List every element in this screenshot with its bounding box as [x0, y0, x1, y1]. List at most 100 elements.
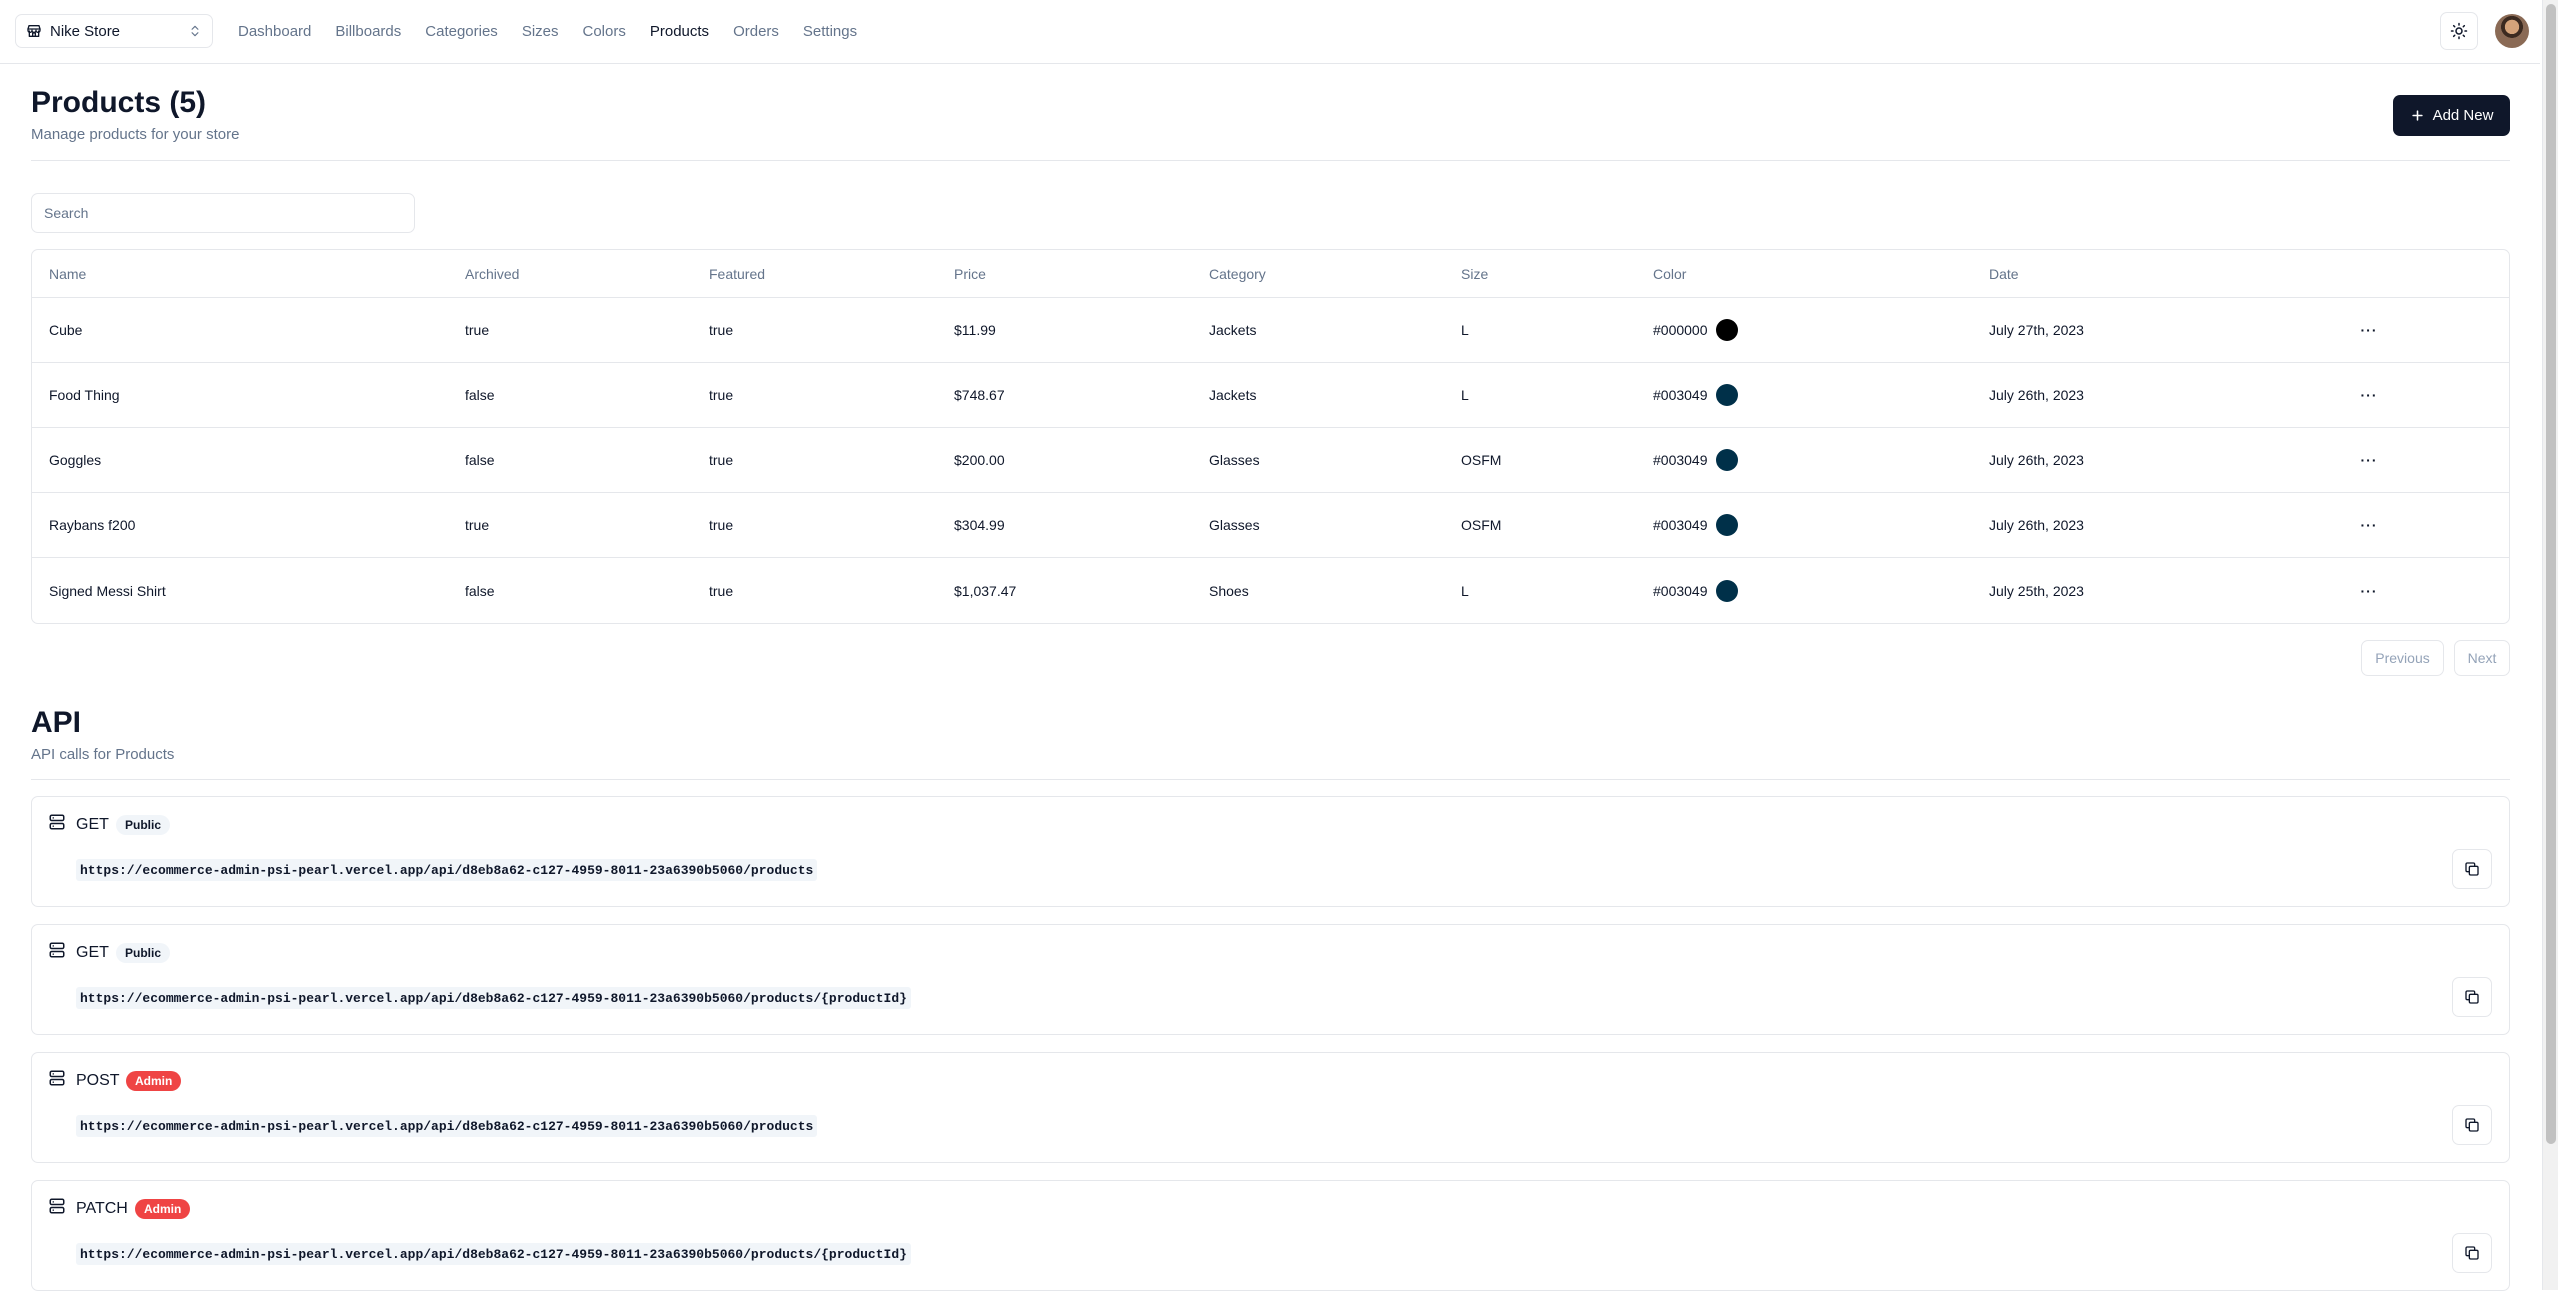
- more-horizontal-icon[interactable]: ···: [2354, 380, 2384, 410]
- cell-name: Cube: [49, 322, 83, 338]
- access-badge: Admin: [126, 1071, 182, 1091]
- theme-toggle-button[interactable]: [2440, 12, 2478, 50]
- table-row: Raybans f200 true true $304.99 Glasses O…: [32, 493, 2509, 558]
- main-nav: Dashboard Billboards Categories Sizes Co…: [238, 0, 857, 62]
- column-header-archived: Archived: [465, 265, 520, 282]
- cell-category: Shoes: [1209, 582, 1249, 599]
- cell-color: #000000: [1653, 298, 1738, 362]
- column-header-date: Date: [1989, 265, 2019, 282]
- table-row: Food Thing false true $748.67 Jackets L …: [32, 363, 2509, 428]
- cell-featured: true: [709, 387, 734, 403]
- cell-color: #003049: [1653, 428, 1738, 492]
- api-endpoint-card: GET Public https://ecommerce-admin-psi-p…: [31, 924, 2510, 1035]
- cell-archived: true: [465, 517, 490, 533]
- api-url: https://ecommerce-admin-psi-pearl.vercel…: [76, 859, 818, 881]
- cell-size: L: [1461, 322, 1469, 338]
- color-value: #003049: [1653, 517, 1708, 533]
- scrollbar-thumb[interactable]: [2546, 4, 2556, 1144]
- row-actions: ···: [2354, 428, 2384, 492]
- add-new-button[interactable]: Add New: [2393, 95, 2510, 136]
- search-input[interactable]: [31, 193, 415, 233]
- nav-dashboard[interactable]: Dashboard: [238, 23, 311, 40]
- divider: [31, 160, 2510, 161]
- copy-icon: [2465, 1118, 2479, 1132]
- copy-button[interactable]: [2452, 1233, 2492, 1273]
- column-header-size: Size: [1461, 265, 1489, 282]
- api-url: https://ecommerce-admin-psi-pearl.vercel…: [76, 987, 911, 1009]
- copy-button[interactable]: [2452, 849, 2492, 889]
- access-badge: Public: [116, 943, 171, 963]
- previous-button[interactable]: Previous: [2361, 640, 2444, 676]
- color-swatch: [1715, 514, 1738, 536]
- next-button[interactable]: Next: [2454, 640, 2510, 676]
- cell-color: #003049: [1653, 493, 1738, 557]
- column-header-price: Price: [954, 265, 986, 282]
- cell-name: Food Thing: [49, 387, 120, 403]
- chevrons-up-down-icon: [191, 25, 199, 37]
- nav-orders[interactable]: Orders: [733, 23, 779, 40]
- cell-archived: true: [465, 322, 490, 338]
- more-horizontal-icon[interactable]: ···: [2354, 315, 2384, 345]
- cell-name: Goggles: [49, 452, 102, 468]
- cell-featured: true: [709, 452, 734, 468]
- nav-sizes[interactable]: Sizes: [522, 23, 559, 40]
- cell-size: OSFM: [1461, 452, 1502, 468]
- copy-button[interactable]: [2452, 1105, 2492, 1145]
- copy-icon: [2465, 862, 2479, 876]
- more-horizontal-icon[interactable]: ···: [2354, 510, 2384, 540]
- more-horizontal-icon[interactable]: ···: [2354, 576, 2384, 606]
- row-actions: ···: [2354, 298, 2384, 362]
- api-subtitle: API calls for Products: [31, 746, 175, 763]
- color-swatch: [1715, 384, 1738, 406]
- cell-color: #003049: [1653, 363, 1738, 427]
- cell-archived: false: [465, 387, 495, 403]
- cell-featured: true: [709, 322, 734, 338]
- more-horizontal-icon[interactable]: ···: [2354, 445, 2384, 475]
- avatar[interactable]: [2495, 14, 2529, 48]
- api-method: GET: [76, 816, 109, 833]
- color-swatch: [1715, 579, 1738, 602]
- table-row: Goggles false true $200.00 Glasses OSFM …: [32, 428, 2509, 493]
- cell-category: Glasses: [1209, 452, 1260, 468]
- add-new-label: Add New: [2432, 107, 2494, 124]
- store-name: Nike Store: [50, 22, 121, 40]
- cell-price: $11.99: [954, 322, 996, 338]
- cell-name: Raybans f200: [49, 517, 136, 533]
- cell-color: #003049: [1653, 558, 1738, 623]
- nav-settings[interactable]: Settings: [803, 23, 857, 40]
- color-value: #000000: [1653, 322, 1708, 338]
- cell-date: July 26th, 2023: [1989, 452, 2084, 468]
- page-subtitle: Manage products for your store: [31, 126, 240, 143]
- api-method: GET: [76, 944, 109, 961]
- copy-button[interactable]: [2452, 977, 2492, 1017]
- api-method: PATCH: [76, 1200, 128, 1217]
- server-icon: [49, 942, 65, 958]
- nav-billboards[interactable]: Billboards: [335, 23, 401, 40]
- server-icon: [49, 1070, 65, 1086]
- plus-icon: [2411, 110, 2423, 121]
- color-swatch: [1715, 319, 1738, 341]
- cell-date: July 26th, 2023: [1989, 517, 2084, 533]
- cell-price: $304.99: [954, 517, 1005, 533]
- server-icon: [49, 814, 65, 830]
- cell-date: July 27th, 2023: [1989, 322, 2084, 338]
- cell-category: Jackets: [1209, 387, 1257, 403]
- column-header-name: Name: [49, 265, 87, 282]
- cell-size: OSFM: [1461, 517, 1502, 533]
- top-navbar: Nike Store Dashboard Billboards Categori…: [0, 0, 2540, 64]
- cell-featured: true: [709, 517, 734, 533]
- nav-colors[interactable]: Colors: [583, 23, 626, 40]
- api-title: API: [31, 706, 82, 739]
- row-actions: ···: [2354, 363, 2384, 427]
- access-badge: Admin: [135, 1199, 191, 1219]
- color-swatch: [1715, 449, 1738, 471]
- nav-products[interactable]: Products: [650, 23, 709, 40]
- store-switcher[interactable]: Nike Store: [15, 14, 213, 48]
- scrollbar[interactable]: [2542, 0, 2558, 1290]
- cell-price: $748.67: [954, 387, 1005, 403]
- column-header-color: Color: [1653, 265, 1687, 282]
- color-value: #003049: [1653, 582, 1708, 599]
- nav-categories[interactable]: Categories: [425, 23, 498, 40]
- products-table: Name Archived Featured Price Category Si…: [31, 249, 2510, 624]
- copy-icon: [2465, 990, 2479, 1004]
